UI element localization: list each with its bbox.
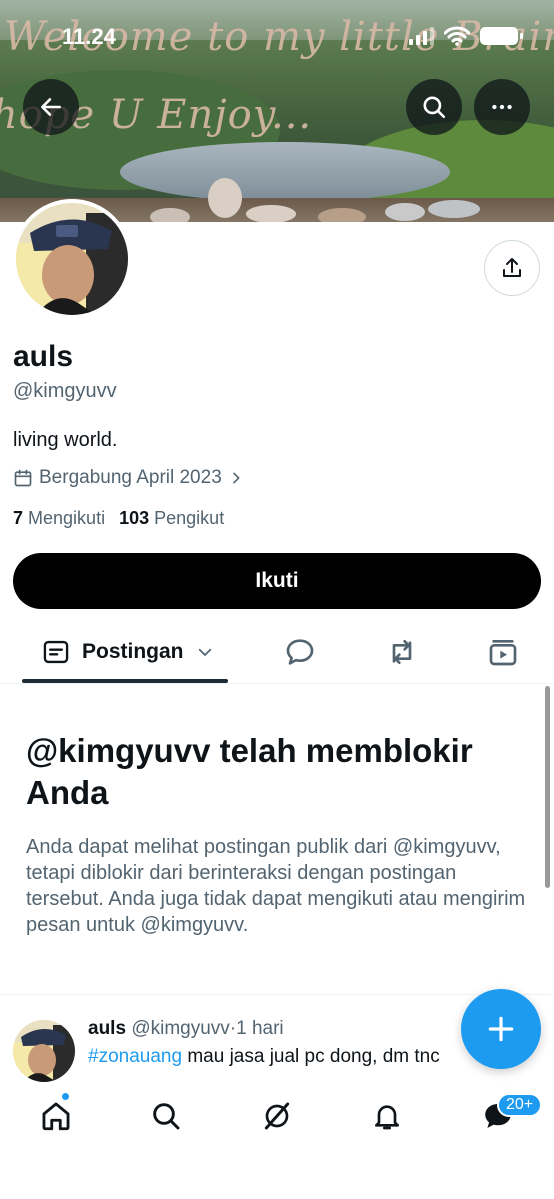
post-author-name[interactable]: auls bbox=[88, 1018, 126, 1039]
banner-mouse bbox=[150, 208, 190, 222]
more-horizontal-icon bbox=[492, 104, 512, 110]
nav-home[interactable] bbox=[36, 1096, 76, 1136]
media-icon[interactable] bbox=[487, 636, 519, 668]
following-link[interactable]: 7 Mengikuti bbox=[13, 508, 105, 529]
post-text[interactable]: #zonauang mau jasa jual pc dong, dm tnc bbox=[88, 1046, 488, 1068]
profile-bio: living world. bbox=[13, 429, 118, 451]
compose-button[interactable] bbox=[461, 989, 541, 1069]
wifi-icon bbox=[444, 26, 470, 46]
grok-icon bbox=[264, 1102, 290, 1130]
followers-link[interactable]: 103 Pengikut bbox=[119, 508, 224, 529]
more-options-button[interactable] bbox=[474, 79, 530, 135]
scrollbar[interactable] bbox=[545, 686, 550, 888]
tab-posts[interactable]: Postingan bbox=[22, 620, 228, 684]
nav-grok[interactable] bbox=[257, 1096, 297, 1136]
status-icons bbox=[409, 26, 523, 46]
following-count: 7 bbox=[13, 508, 24, 528]
followers-count: 103 bbox=[119, 508, 150, 528]
profile-handle: @kimgyuvv bbox=[13, 380, 117, 402]
bottom-navigation: 20+ bbox=[0, 1082, 554, 1199]
avatar-photo bbox=[13, 1020, 75, 1082]
followers-label: Pengikut bbox=[154, 508, 225, 528]
divider bbox=[0, 994, 554, 995]
search-icon bbox=[153, 1103, 180, 1130]
post-body: mau jasa jual pc dong, dm tnc bbox=[182, 1046, 440, 1067]
active-tab-indicator bbox=[22, 679, 228, 683]
joined-date[interactable]: Bergabung April 2023 bbox=[13, 467, 244, 489]
battery-icon bbox=[480, 27, 523, 45]
share-icon bbox=[503, 258, 521, 277]
chevron-down-icon bbox=[198, 648, 211, 656]
plus-icon bbox=[488, 1016, 514, 1042]
nav-search[interactable] bbox=[146, 1096, 186, 1136]
home-notification-dot bbox=[61, 1092, 70, 1101]
messages-badge: 20+ bbox=[497, 1093, 543, 1117]
profile-avatar[interactable] bbox=[12, 199, 132, 319]
banner-mouse bbox=[208, 178, 242, 218]
joined-label: Bergabung April 2023 bbox=[39, 467, 222, 488]
post-avatar[interactable] bbox=[13, 1020, 75, 1082]
post-hashtag[interactable]: #zonauang bbox=[88, 1046, 182, 1067]
follow-stats: 7 Mengikuti 103 Pengikut bbox=[13, 508, 224, 529]
search-icon bbox=[423, 96, 446, 119]
nav-notifications[interactable] bbox=[367, 1096, 407, 1136]
post-author-handle[interactable]: @kimgyuvv bbox=[131, 1018, 229, 1039]
profile-tabs: Postingan bbox=[0, 620, 554, 684]
back-button[interactable] bbox=[23, 79, 79, 135]
banner-mouse bbox=[246, 205, 296, 222]
replies-icon[interactable] bbox=[284, 636, 316, 668]
profile-name: auls bbox=[13, 340, 74, 373]
blocked-description: Anda dapat melihat postingan publik dari… bbox=[26, 836, 526, 936]
search-button[interactable] bbox=[406, 79, 462, 135]
banner-mouse bbox=[428, 200, 480, 218]
post-time[interactable]: 1 hari bbox=[236, 1018, 284, 1039]
bell-icon bbox=[375, 1105, 399, 1130]
post-header: auls @kimgyuvv·1 hari bbox=[88, 1018, 284, 1040]
share-button[interactable] bbox=[484, 240, 540, 296]
follow-button[interactable]: Ikuti bbox=[13, 553, 541, 609]
chevron-right-icon bbox=[232, 472, 240, 484]
blocked-title: @kimgyuvv telah memblokir Anda bbox=[26, 732, 473, 811]
avatar-photo bbox=[16, 203, 128, 315]
calendar-icon bbox=[14, 469, 32, 487]
posts-icon bbox=[43, 640, 69, 664]
reposts-icon[interactable] bbox=[386, 636, 418, 668]
following-label: Mengikuti bbox=[28, 508, 106, 528]
status-time: 11.24 bbox=[62, 24, 116, 49]
arrow-left-icon bbox=[41, 98, 61, 116]
tab-posts-label: Postingan bbox=[82, 640, 184, 663]
banner-lake bbox=[120, 142, 450, 202]
banner-mouse bbox=[318, 208, 366, 222]
home-icon bbox=[42, 1102, 70, 1131]
banner-mouse bbox=[385, 203, 425, 221]
cellular-signal-icon bbox=[409, 27, 434, 45]
